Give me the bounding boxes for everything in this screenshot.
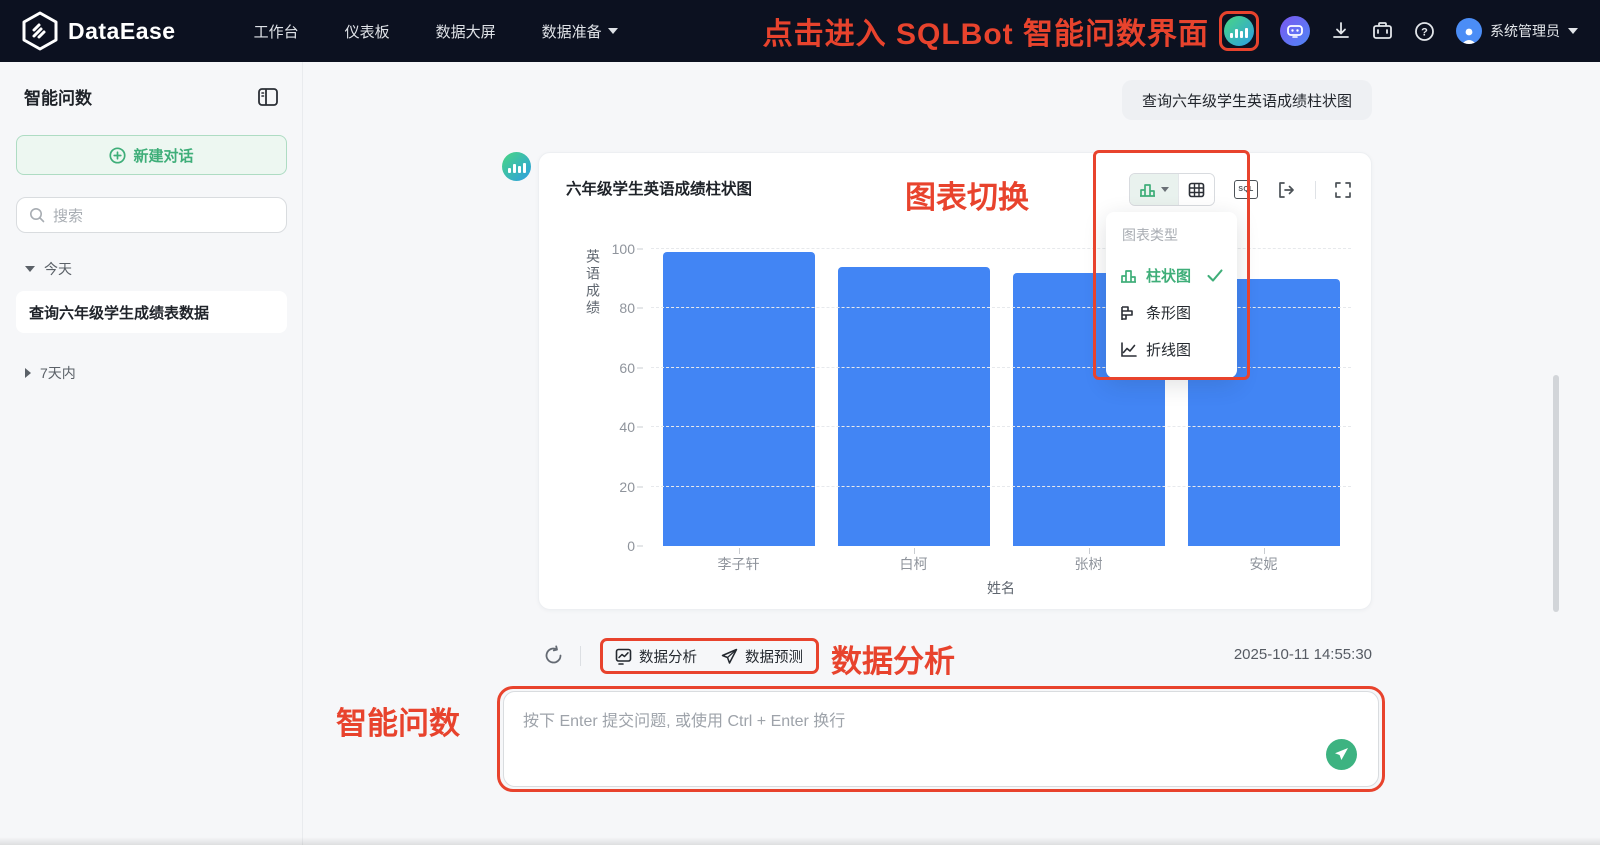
x-tick-label: 白柯 bbox=[838, 554, 990, 574]
top-navbar: DataEase 工作台 仪表板 数据大屏 数据准备 点击进入 SQLBot 智… bbox=[0, 0, 1600, 62]
sqlbot-avatar-icon bbox=[502, 152, 531, 181]
fullscreen-icon[interactable] bbox=[1335, 182, 1351, 198]
horizontal-bar-chart-icon bbox=[1120, 305, 1137, 321]
assistant-robot-icon[interactable] bbox=[1280, 16, 1310, 46]
check-icon bbox=[1207, 269, 1223, 282]
table-view-button[interactable] bbox=[1178, 174, 1214, 205]
bar-chart-icon bbox=[1120, 268, 1137, 284]
sqlbot-entry-icon[interactable] bbox=[1224, 16, 1254, 46]
nav-menu: 工作台 仪表板 数据大屏 数据准备 bbox=[254, 21, 618, 42]
analysis-board-icon bbox=[615, 648, 632, 665]
history-group-week[interactable]: 7天内 bbox=[16, 363, 286, 383]
dropdown-item-line-chart[interactable]: 折线图 bbox=[1106, 331, 1237, 368]
send-button[interactable] bbox=[1326, 739, 1357, 770]
collapse-panel-icon[interactable] bbox=[258, 88, 278, 106]
annotation-sqlbot-entry: 点击进入 SQLBot 智能问数界面 bbox=[763, 9, 1209, 53]
data-analysis-button[interactable]: 数据分析 bbox=[615, 646, 697, 667]
new-chat-button[interactable]: 新建对话 bbox=[16, 135, 287, 175]
search-input[interactable]: 搜索 bbox=[16, 197, 287, 233]
sidebar-title: 智能问数 bbox=[24, 84, 92, 109]
annotation-smart-ask: 智能问数 bbox=[336, 698, 460, 743]
chart-type-switch-group bbox=[1129, 173, 1215, 206]
toolbox-icon[interactable] bbox=[1372, 21, 1393, 41]
annotation-frame-actions: 数据分析 数据预测 bbox=[600, 638, 819, 674]
search-icon bbox=[29, 207, 45, 223]
dropdown-item-bar-chart[interactable]: 条形图 bbox=[1106, 294, 1237, 331]
caret-right-icon bbox=[25, 368, 31, 378]
bar-李子轩[interactable] bbox=[663, 252, 815, 546]
app-window: DataEase 工作台 仪表板 数据大屏 数据准备 点击进入 SQLBot 智… bbox=[0, 0, 1600, 845]
annotation-data-analysis: 数据分析 bbox=[831, 636, 955, 681]
plus-circle-icon bbox=[109, 147, 126, 164]
toolbar-divider bbox=[1315, 181, 1316, 199]
user-name: 系统管理员 bbox=[1490, 21, 1560, 41]
chart-card-title: 六年级学生英语成绩柱状图 bbox=[566, 177, 752, 199]
dropdown-item-column-chart[interactable]: 柱状图 bbox=[1106, 257, 1237, 294]
paper-plane-icon bbox=[721, 648, 738, 665]
user-message-bubble: 查询六年级学生英语成绩柱状图 bbox=[1122, 80, 1372, 120]
dropdown-header: 图表类型 bbox=[1106, 225, 1237, 257]
caret-down-icon bbox=[25, 266, 35, 272]
history-group-today[interactable]: 今天 bbox=[16, 259, 286, 279]
brand-logo[interactable]: DataEase bbox=[22, 11, 176, 51]
y-axis-ticks: 020406080100 bbox=[591, 249, 643, 546]
x-tick-label: 张树 bbox=[1013, 554, 1165, 574]
question-input[interactable] bbox=[504, 692, 1378, 786]
nav-item-dashboard[interactable]: 仪表板 bbox=[345, 21, 390, 42]
chevron-down-icon bbox=[1568, 28, 1578, 34]
bar-slot: 李子轩 bbox=[663, 249, 815, 546]
sidebar: 智能问数 新建对话 搜索 今天 bbox=[0, 62, 303, 845]
download-icon[interactable] bbox=[1331, 21, 1351, 41]
group-label: 7天内 bbox=[40, 363, 76, 383]
table-icon bbox=[1188, 182, 1205, 198]
bar-slot: 白柯 bbox=[838, 249, 990, 546]
group-label: 今天 bbox=[44, 259, 72, 279]
message-timestamp: 2025-10-11 14:55:30 bbox=[1234, 646, 1372, 663]
bar-chart-icon bbox=[1139, 182, 1156, 198]
x-axis-title: 姓名 bbox=[651, 578, 1351, 598]
scrollbar-thumb[interactable] bbox=[1553, 375, 1559, 612]
nav-right-icons: ? 系统管理员 bbox=[1219, 11, 1578, 51]
bar-白柯[interactable] bbox=[838, 267, 990, 546]
send-plane-icon bbox=[1334, 747, 1349, 762]
help-icon[interactable]: ? bbox=[1414, 21, 1435, 42]
svg-text:?: ? bbox=[1421, 26, 1428, 38]
search-placeholder: 搜索 bbox=[53, 205, 83, 226]
chart-plot: 李子轩白柯张树安妮 bbox=[651, 249, 1351, 546]
sql-view-button[interactable]: SQL bbox=[1234, 180, 1258, 199]
line-chart-icon bbox=[1120, 342, 1137, 358]
chart-card: 六年级学生英语成绩柱状图 SQL bbox=[538, 152, 1372, 610]
dataease-logo-icon bbox=[22, 11, 58, 51]
brand-name: DataEase bbox=[68, 18, 176, 45]
x-tick-label: 安妮 bbox=[1188, 554, 1340, 574]
chevron-down-icon bbox=[1161, 187, 1169, 192]
annotation-chart-switch: 图表切换 bbox=[905, 172, 1029, 217]
new-chat-label: 新建对话 bbox=[133, 145, 193, 166]
question-input-area bbox=[503, 691, 1379, 787]
nav-item-dataprep[interactable]: 数据准备 bbox=[542, 21, 618, 42]
annotation-frame-sqlbot-icon bbox=[1219, 11, 1259, 51]
data-predict-button[interactable]: 数据预测 bbox=[721, 646, 803, 667]
user-menu[interactable]: 系统管理员 bbox=[1456, 18, 1578, 44]
export-icon[interactable] bbox=[1277, 181, 1296, 199]
chart-toolbar: SQL bbox=[1129, 173, 1351, 206]
chart-type-dropdown-button[interactable] bbox=[1130, 174, 1178, 205]
action-divider bbox=[580, 646, 581, 666]
nav-item-workspace[interactable]: 工作台 bbox=[254, 21, 299, 42]
refresh-icon[interactable] bbox=[543, 645, 564, 666]
x-tick-label: 李子轩 bbox=[663, 554, 815, 574]
nav-item-datascreen[interactable]: 数据大屏 bbox=[436, 21, 496, 42]
avatar bbox=[1456, 18, 1482, 44]
chevron-down-icon bbox=[608, 28, 618, 34]
conversation-item[interactable]: 查询六年级学生成绩表数据 bbox=[16, 291, 287, 333]
chart-type-dropdown: 图表类型 柱状图 条形图 折线图 bbox=[1106, 212, 1237, 378]
